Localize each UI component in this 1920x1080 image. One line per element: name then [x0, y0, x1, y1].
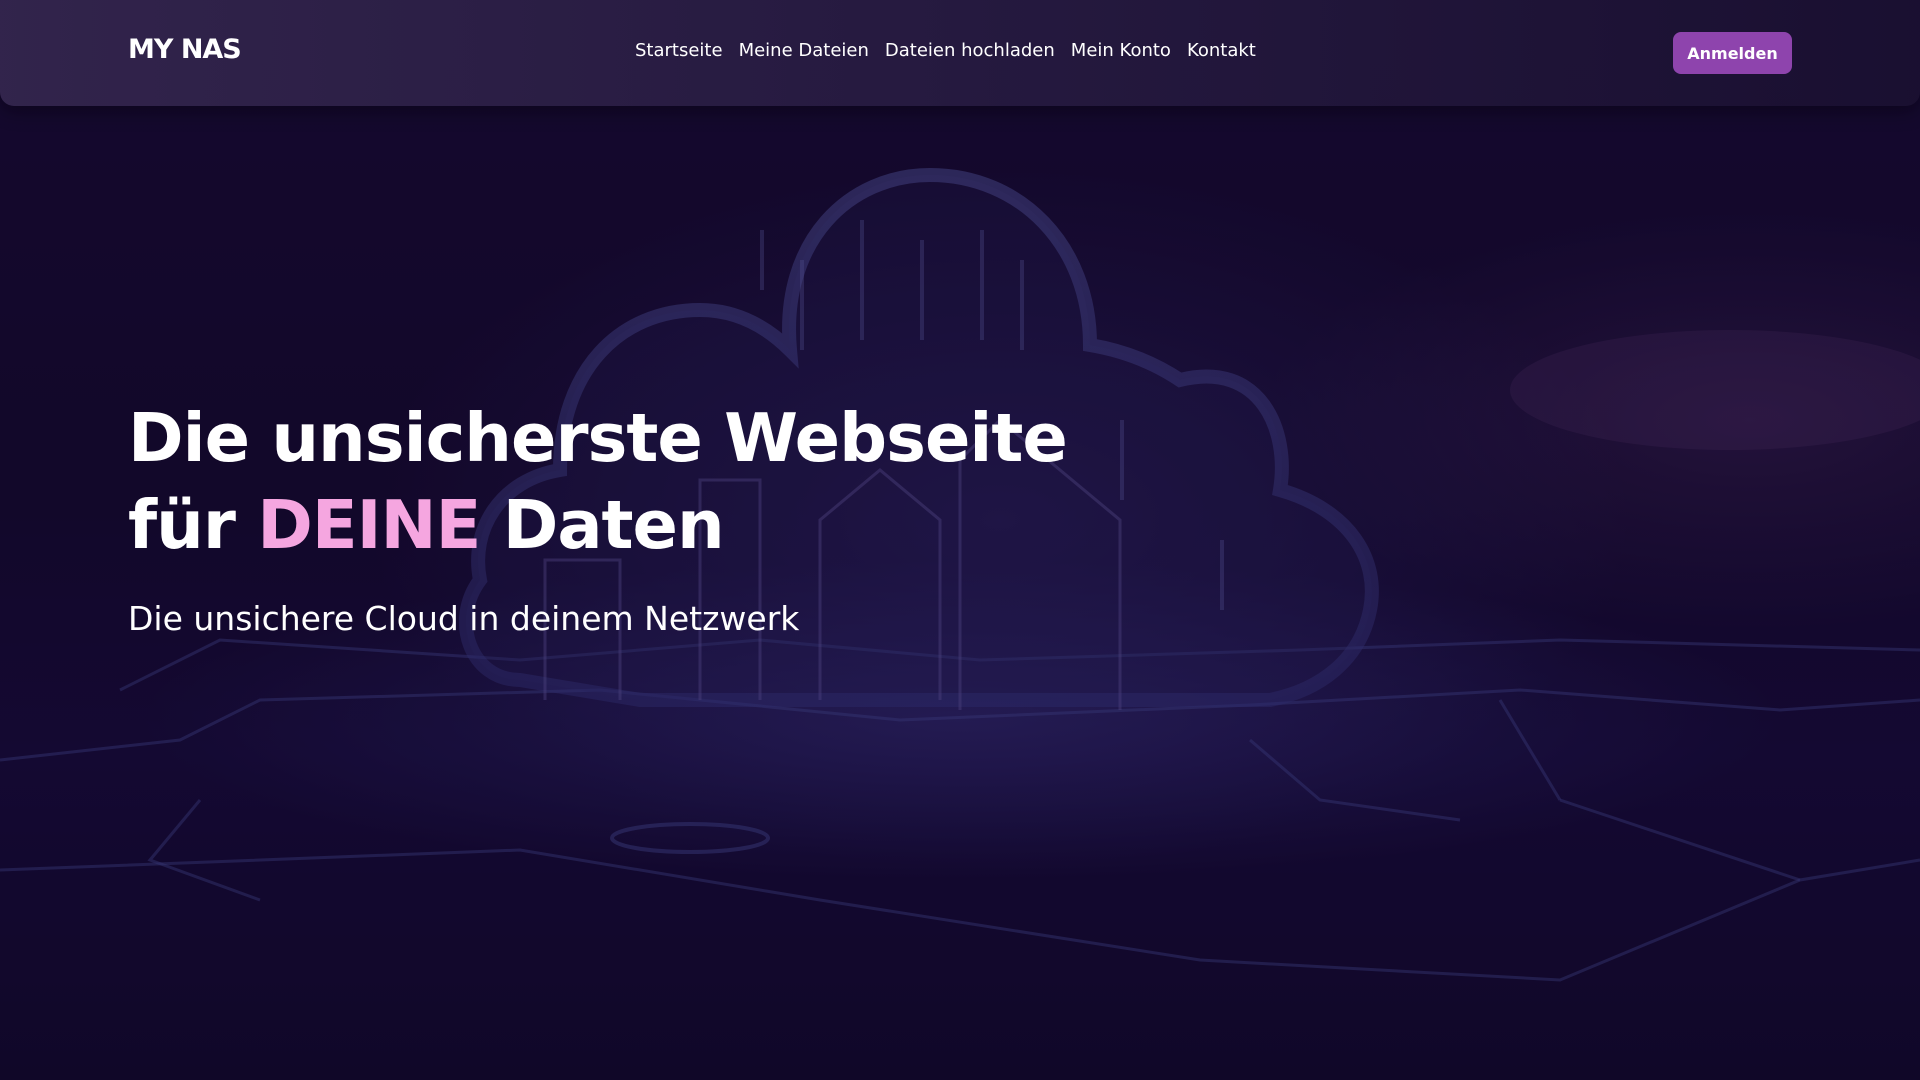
nav-link-dateien-hochladen[interactable]: Dateien hochladen [885, 40, 1055, 61]
nav-link-kontakt[interactable]: Kontakt [1187, 40, 1256, 61]
hero-title-prefix: für [128, 486, 236, 564]
hero-subtitle: Die unsichere Cloud in deinem Netzwerk [128, 599, 800, 638]
hero-title-line1: Die unsicherste Webseite [128, 399, 1068, 477]
nav-link-startseite[interactable]: Startseite [635, 40, 723, 61]
nav-link-mein-konto[interactable]: Mein Konto [1071, 40, 1171, 61]
brand-logo[interactable]: MY NAS [128, 34, 242, 65]
hero-section: Die unsicherste Webseite für DEINE Daten… [128, 395, 1068, 639]
top-navbar: MY NAS Startseite Meine Dateien Dateien … [0, 0, 1920, 106]
hero-title-suffix: Daten [502, 486, 725, 564]
login-button[interactable]: Anmelden [1673, 32, 1792, 74]
nav-link-meine-dateien[interactable]: Meine Dateien [739, 40, 869, 61]
hero-title: Die unsicherste Webseite für DEINE Daten [128, 395, 1068, 569]
page: MY NAS Startseite Meine Dateien Dateien … [0, 0, 1920, 1080]
nav-links: Startseite Meine Dateien Dateien hochlad… [635, 40, 1256, 61]
hero-title-accent: DEINE [257, 486, 481, 564]
